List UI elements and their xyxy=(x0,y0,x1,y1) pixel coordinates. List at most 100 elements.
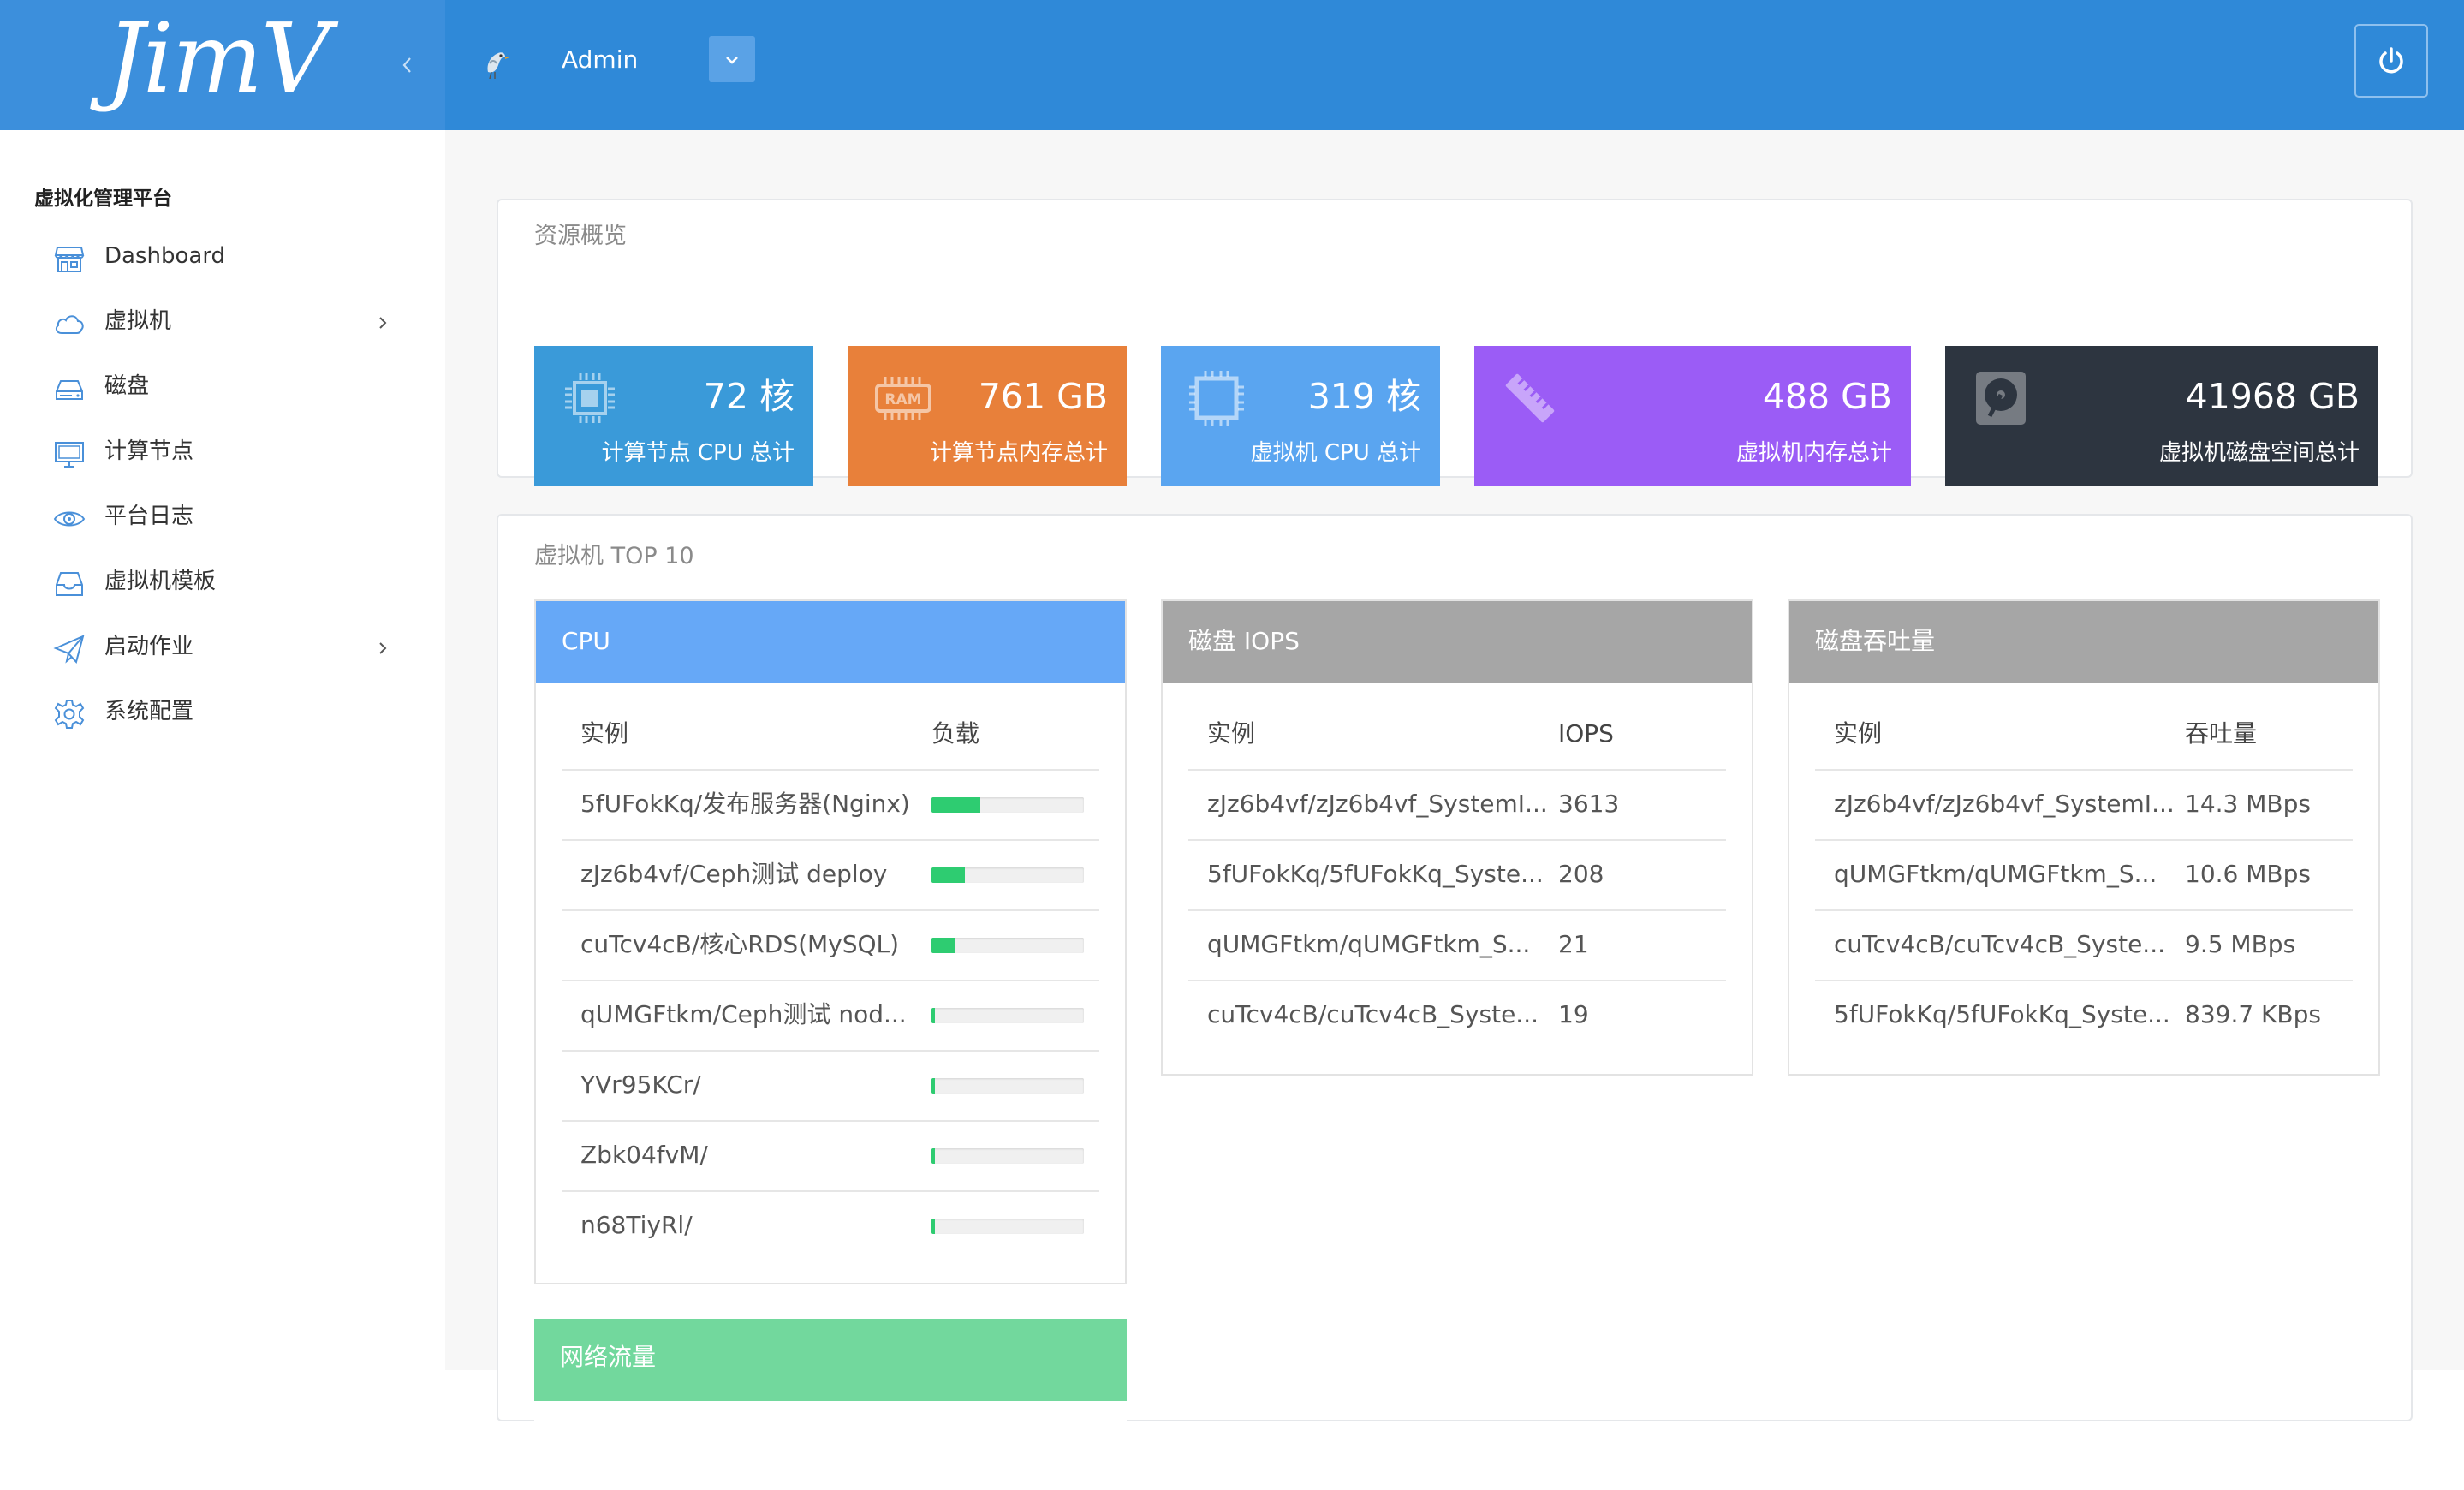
instance-name[interactable]: Zbk04fvM/ xyxy=(580,1139,708,1171)
metric-value: 21 xyxy=(1558,930,1589,958)
table-row[interactable]: YVr95KCr/ xyxy=(562,1050,1099,1122)
load-progress-bar xyxy=(931,1148,1084,1164)
disk-throughput-card-header: 磁盘吞吐量 xyxy=(1789,601,2378,683)
gear-icon xyxy=(54,700,85,729)
table-row[interactable]: zJz6b4vf/zJz6b4vf_SystemI... 14.3 MBps xyxy=(1815,769,2353,841)
table-row[interactable]: 5fUFokKq/5fUFokKq_Syste... 208 xyxy=(1188,839,1726,911)
load-progress-fill xyxy=(931,867,965,883)
sidebar-item-launch-jobs[interactable]: 启动作业 xyxy=(0,619,445,677)
sidebar-item-vm-templates[interactable]: 虚拟机模板 xyxy=(0,554,445,612)
card-header-label: CPU xyxy=(562,627,610,655)
cpu-card-header: CPU xyxy=(536,601,1125,683)
table-header: 实例 负载 xyxy=(562,699,1099,771)
card-header-label: 网络流量 xyxy=(560,1343,657,1371)
user-avatar[interactable] xyxy=(479,43,512,80)
instance-name[interactable]: zJz6b4vf/zJz6b4vf_SystemI... xyxy=(1207,788,1548,820)
column-header-instance: 实例 xyxy=(580,719,629,748)
instance-name[interactable]: YVr95KCr/ xyxy=(580,1069,701,1101)
instance-name[interactable]: 5fUFokKq/5fUFokKq_Syste... xyxy=(1207,858,1544,891)
logo[interactable]: JimV xyxy=(106,3,330,115)
metric-value: 14.3 MBps xyxy=(2185,790,2311,818)
instance-name[interactable]: n68TiyRl/ xyxy=(580,1209,693,1242)
instance-name[interactable]: cuTcv4cB/核心RDS(MySQL) xyxy=(580,928,899,961)
instance-name[interactable]: zJz6b4vf/zJz6b4vf_SystemI... xyxy=(1834,788,2175,820)
table-row[interactable]: Zbk04fvM/ xyxy=(562,1120,1099,1192)
chevron-down-icon xyxy=(726,57,738,64)
load-progress-fill xyxy=(931,797,980,813)
instance-name[interactable]: cuTcv4cB/cuTcv4cB_Syste... xyxy=(1834,928,2165,961)
table-row[interactable]: qUMGFtkm/qUMGFtkm_S... 21 xyxy=(1188,909,1726,981)
hard-drive-icon xyxy=(56,380,83,400)
sidebar-item-platform-logs[interactable]: 平台日志 xyxy=(0,489,445,547)
column-header-instance: 实例 xyxy=(1834,719,1883,748)
logout-button[interactable] xyxy=(2354,24,2428,98)
table-row[interactable]: 5fUFokKq/5fUFokKq_Syste... 839.7 KBps xyxy=(1815,980,2353,1050)
instance-name[interactable]: 5fUFokKq/发布服务器(Nginx) xyxy=(580,788,910,820)
resource-overview-panel: 资源概览 72 核 计算节点 CPU 总计 RAM 761 GB 计算节点内存总… xyxy=(497,199,2413,486)
instance-name[interactable]: zJz6b4vf/Ceph测试 deploy xyxy=(580,858,887,891)
metric-value: 208 xyxy=(1558,860,1604,888)
logo-area: JimV xyxy=(0,0,445,130)
stat-value: 761 GB xyxy=(978,376,1108,417)
bird-icon xyxy=(487,52,509,80)
load-progress-fill xyxy=(931,1219,935,1234)
load-progress-bar xyxy=(931,1219,1084,1234)
sidebar-item-compute-nodes[interactable]: 计算节点 xyxy=(0,424,445,482)
user-name[interactable]: Admin xyxy=(562,45,638,75)
load-progress-bar xyxy=(931,797,1084,813)
stat-card-vm-disk: 41968 GB 虚拟机磁盘空间总计 xyxy=(1945,346,2378,486)
inbox-icon xyxy=(56,572,83,596)
stat-label: 虚拟机 CPU 总计 xyxy=(1250,440,1421,466)
sidebar-item-dashboard[interactable]: Dashboard xyxy=(0,229,445,287)
ram-icon: RAM xyxy=(875,377,931,420)
sidebar-item-label: 虚拟机模板 xyxy=(104,569,217,594)
table-row[interactable]: n68TiyRl/ xyxy=(562,1190,1099,1261)
stat-value: 319 核 xyxy=(1307,376,1421,417)
metric-value: 9.5 MBps xyxy=(2185,930,2296,958)
metric-value: 3613 xyxy=(1558,790,1620,818)
table-row[interactable]: qUMGFtkm/Ceph测试 nod... xyxy=(562,980,1099,1052)
column-header-iops: IOPS xyxy=(1558,719,1614,748)
cloud-icon xyxy=(55,315,84,334)
main-content: 资源概览 72 核 计算节点 CPU 总计 RAM 761 GB 计算节点内存总… xyxy=(445,130,2464,1490)
instance-name[interactable]: qUMGFtkm/qUMGFtkm_S... xyxy=(1207,928,1530,961)
stat-value: 488 GB xyxy=(1762,376,1892,417)
user-menu-toggle[interactable] xyxy=(709,36,755,82)
load-progress-bar xyxy=(931,938,1084,953)
svg-text:RAM: RAM xyxy=(884,391,921,408)
sidebar-collapse-button[interactable] xyxy=(392,50,423,80)
chevron-right-icon xyxy=(379,317,387,329)
instance-name[interactable]: 5fUFokKq/5fUFokKq_Syste... xyxy=(1834,998,2170,1031)
network-traffic-top-card: 网络流量 xyxy=(534,1319,1127,1490)
stat-label: 虚拟机内存总计 xyxy=(1735,440,1892,466)
table-row[interactable]: cuTcv4cB/核心RDS(MySQL) xyxy=(562,909,1099,981)
stat-card-host-cpu: 72 核 计算节点 CPU 总计 xyxy=(534,346,813,486)
column-header-instance: 实例 xyxy=(1207,719,1256,748)
eye-icon xyxy=(53,511,86,527)
stat-card-host-memory: RAM 761 GB 计算节点内存总计 xyxy=(848,346,1127,486)
network-card-header: 网络流量 xyxy=(534,1319,1127,1401)
table-row[interactable]: cuTcv4cB/cuTcv4cB_Syste... 19 xyxy=(1188,980,1726,1050)
disk-icon xyxy=(1976,372,2026,425)
sidebar-item-system-config[interactable]: 系统配置 xyxy=(0,684,445,742)
top-navbar: JimV Admin xyxy=(0,0,2464,130)
table-header: 实例 IOPS xyxy=(1188,699,1726,771)
load-progress-fill xyxy=(931,1008,935,1023)
table-row[interactable]: zJz6b4vf/Ceph测试 deploy xyxy=(562,839,1099,911)
table-row[interactable]: qUMGFtkm/qUMGFtkm_S... 10.6 MBps xyxy=(1815,839,2353,911)
stat-label: 计算节点内存总计 xyxy=(929,440,1108,466)
table-row[interactable]: zJz6b4vf/zJz6b4vf_SystemI... 3613 xyxy=(1188,769,1726,841)
sidebar-item-disks[interactable]: 磁盘 xyxy=(0,359,445,417)
stat-label: 虚拟机磁盘空间总计 xyxy=(2158,440,2360,466)
vcpu-chip-icon xyxy=(1189,371,1244,426)
instance-name[interactable]: cuTcv4cB/cuTcv4cB_Syste... xyxy=(1207,998,1539,1031)
instance-name[interactable]: qUMGFtkm/qUMGFtkm_S... xyxy=(1834,858,2157,891)
table-row[interactable]: 5fUFokKq/发布服务器(Nginx) xyxy=(562,769,1099,841)
table-row[interactable]: cuTcv4cB/cuTcv4cB_Syste... 9.5 MBps xyxy=(1815,909,2353,981)
instance-name[interactable]: qUMGFtkm/Ceph测试 nod... xyxy=(580,998,907,1031)
cpu-top-card: CPU 实例 负载 5fUFokKq/发布服务器(Nginx) zJz6b4vf/… xyxy=(534,599,1127,1284)
chevron-right-icon xyxy=(379,642,387,654)
load-progress-fill xyxy=(931,1078,935,1094)
sidebar-item-vms[interactable]: 虚拟机 xyxy=(0,294,445,352)
paper-plane-icon xyxy=(53,635,85,665)
